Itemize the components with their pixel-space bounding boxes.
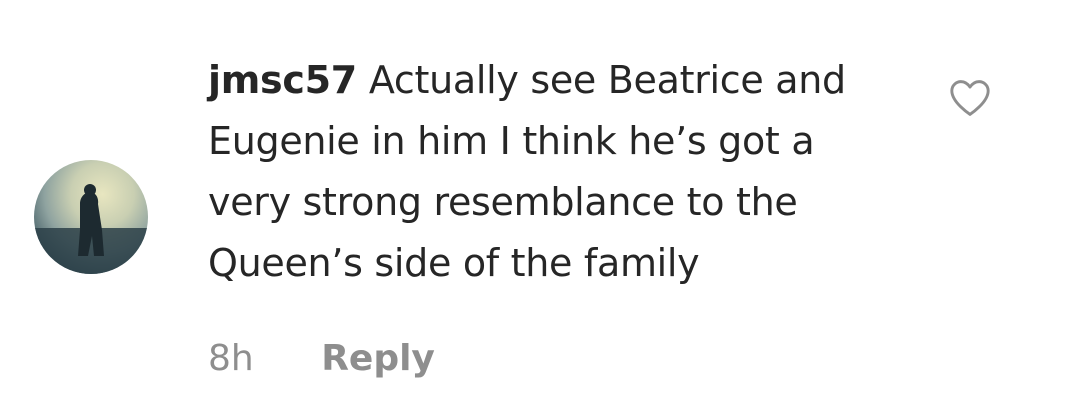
comment-text-line: Eugenie in him I think he’s got a bbox=[208, 119, 815, 163]
comment-text-line: Queen’s side of the family bbox=[208, 241, 700, 285]
heart-outline-icon[interactable] bbox=[948, 78, 992, 118]
avatar-image bbox=[34, 184, 148, 274]
reply-button[interactable]: Reply bbox=[321, 338, 435, 379]
comment-item: jmsc57 Actually see Beatrice and Eugenie … bbox=[0, 0, 1080, 420]
timestamp: 8h bbox=[208, 338, 254, 379]
comment-line-1: jmsc57 Actually see Beatrice and bbox=[208, 50, 898, 111]
comment-text-line: very strong resemblance to the bbox=[208, 180, 798, 224]
comment-body: jmsc57 Actually see Beatrice and Eugenie … bbox=[208, 50, 898, 294]
comment-text-line: Actually see Beatrice and bbox=[368, 58, 846, 102]
avatar[interactable] bbox=[34, 160, 148, 274]
username-link[interactable]: jmsc57 bbox=[208, 58, 357, 102]
comment-meta: 8h Reply bbox=[208, 338, 435, 379]
